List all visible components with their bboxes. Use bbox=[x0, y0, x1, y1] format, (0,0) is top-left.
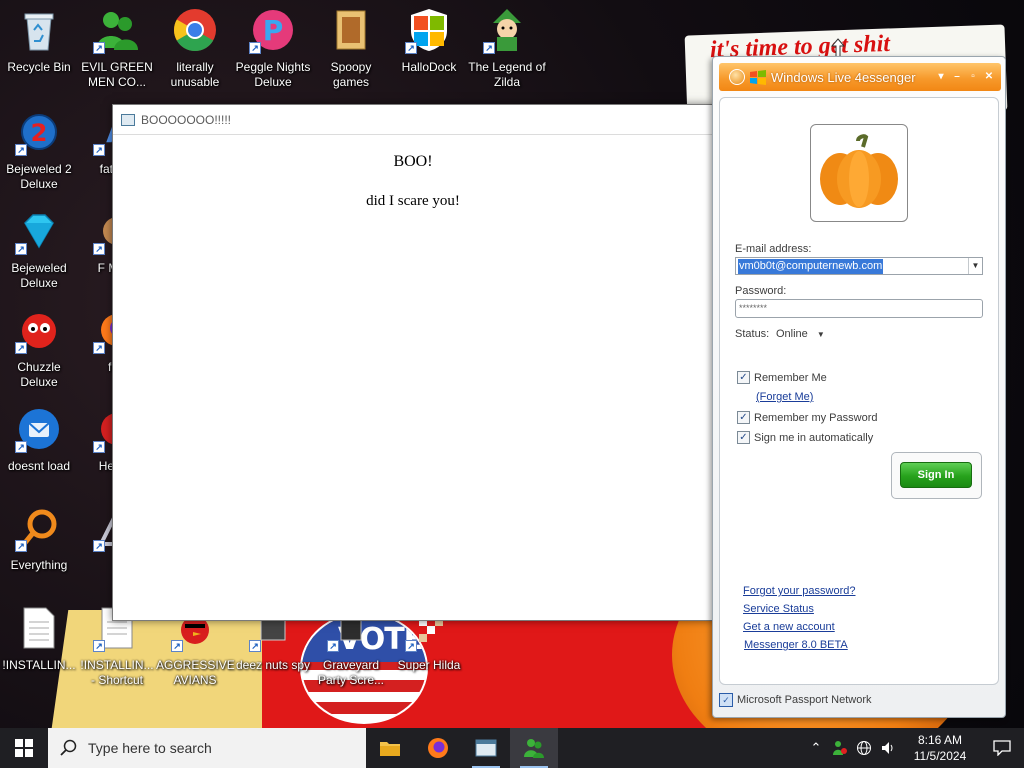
search-placeholder: Type here to search bbox=[88, 740, 212, 756]
windows-flag-icon bbox=[750, 70, 766, 85]
email-value: vm0b0t@computernewb.com bbox=[738, 259, 884, 274]
forget-me-link[interactable]: (Forget Me) bbox=[756, 391, 813, 403]
remember-me-label: Remember Me bbox=[754, 372, 827, 384]
volume-icon[interactable] bbox=[876, 728, 900, 768]
desktop-icon-recycle-bin[interactable]: Recycle Bin bbox=[0, 6, 78, 75]
taskbar-file-explorer[interactable] bbox=[366, 728, 414, 768]
messenger-window: Windows Live 4essenger ▾ – ▫ ✕ E-mail ad… bbox=[712, 56, 1006, 718]
passport-bar: ✓ Microsoft Passport Network bbox=[719, 693, 871, 707]
desktop-icon-chuzzle[interactable]: ↗ Chuzzle Deluxe bbox=[0, 306, 78, 390]
diamond-icon: ↗ bbox=[15, 207, 63, 255]
desktop-icon-chrome[interactable]: literally unusable bbox=[156, 6, 234, 90]
desktop-icon-everything[interactable]: ↗ Everything bbox=[0, 504, 78, 573]
forgot-password-link[interactable]: Forgot your password? bbox=[743, 585, 856, 597]
start-button[interactable] bbox=[0, 728, 48, 768]
svg-text:2: 2 bbox=[31, 119, 48, 147]
status-label: Status: bbox=[735, 328, 770, 340]
taskbar: Type here to search ⌃ 8:16 AM 11/5/2024 bbox=[0, 728, 1024, 768]
chevron-down-icon[interactable]: ▼ bbox=[968, 258, 982, 274]
boo-window-content: BOO! did I scare you! bbox=[113, 135, 713, 210]
new-account-link[interactable]: Get a new account bbox=[743, 621, 835, 633]
taskbar-messenger[interactable] bbox=[510, 728, 558, 768]
remember-password-checkbox[interactable]: ✓ bbox=[737, 411, 750, 424]
auto-signin-checkbox[interactable]: ✓ bbox=[737, 431, 750, 444]
windows-logo-icon bbox=[15, 739, 33, 757]
desktop-icon-hallodock[interactable]: ↗ HalloDock bbox=[390, 6, 468, 75]
taskbar-boo-window[interactable] bbox=[462, 728, 510, 768]
window-app-icon bbox=[475, 739, 497, 757]
passport-icon: ✓ bbox=[719, 693, 733, 707]
desktop-icon-evil-green-men[interactable]: ↗ EVIL GREEN MEN CO... bbox=[78, 6, 156, 90]
boo-window-title: BOOOOOOO!!!!! bbox=[141, 112, 232, 127]
auto-signin-label: Sign me in automatically bbox=[754, 432, 874, 444]
folder-icon bbox=[380, 742, 400, 756]
messenger-tray-icon[interactable] bbox=[828, 728, 852, 768]
chrome-icon bbox=[171, 6, 219, 54]
folder-icon bbox=[327, 6, 375, 54]
recycle-bin-icon bbox=[15, 6, 63, 54]
desktop-icon-thunderbird[interactable]: ↗ doesnt load bbox=[0, 405, 78, 474]
email-label: E-mail address: bbox=[735, 243, 812, 255]
svg-text:P: P bbox=[263, 14, 284, 47]
chevron-down-icon: ▼ bbox=[816, 330, 825, 339]
desktop-icon-peggle[interactable]: P ↗ Peggle Nights Deluxe bbox=[234, 6, 312, 90]
taskbar-clock[interactable]: 8:16 AM 11/5/2024 bbox=[900, 732, 980, 764]
password-label: Password: bbox=[735, 285, 787, 297]
messenger-signin-panel: E-mail address: vm0b0t@computernewb.com … bbox=[719, 97, 999, 685]
messenger-people-icon: ↗ bbox=[93, 6, 141, 54]
taskbar-search-box[interactable]: Type here to search bbox=[48, 728, 366, 768]
sign-in-button[interactable]: Sign In bbox=[900, 462, 972, 488]
notification-icon bbox=[993, 740, 1011, 756]
firefox-icon bbox=[428, 738, 448, 758]
remember-password-label: Remember my Password bbox=[754, 412, 878, 424]
boo-message: did I scare you! bbox=[366, 193, 460, 209]
taskbar-firefox[interactable] bbox=[414, 728, 462, 768]
everything-search-icon: ↗ bbox=[15, 504, 63, 552]
boo-window: BOOOOOOO!!!!! BOO! did I scare you! bbox=[112, 104, 714, 621]
boo-heading: BOO! bbox=[393, 153, 433, 170]
messenger-people-icon bbox=[524, 739, 544, 758]
boo-window-titlebar[interactable]: BOOOOOOO!!!!! bbox=[113, 105, 713, 135]
messenger-title: Windows Live 4essenger bbox=[771, 69, 916, 85]
peggle-icon: P ↗ bbox=[249, 6, 297, 54]
chevron-up-icon[interactable]: ⌃ bbox=[804, 728, 828, 768]
thunderbird-icon: ↗ bbox=[15, 405, 63, 453]
status-dropdown[interactable]: Online ▼ bbox=[776, 328, 825, 340]
desktop-icon-spoopy-games[interactable]: Spoopy games bbox=[312, 6, 390, 90]
sign-in-frame: Sign In bbox=[891, 452, 982, 499]
menu-arrow-icon[interactable]: ▾ bbox=[935, 71, 947, 83]
status-value: Online bbox=[776, 328, 808, 340]
service-status-link[interactable]: Service Status bbox=[743, 603, 814, 615]
desktop-icon-bejeweled-2[interactable]: 2 ↗ Bejeweled 2 Deluxe bbox=[0, 108, 78, 192]
system-tray: ⌃ 8:16 AM 11/5/2024 bbox=[804, 728, 1024, 768]
chuzzle-icon: ↗ bbox=[15, 306, 63, 354]
password-field[interactable]: ******** bbox=[735, 299, 983, 318]
desktop-icon-legend-of-zilda[interactable]: ↗ The Legend of Zilda bbox=[468, 6, 546, 90]
notification-center-button[interactable] bbox=[980, 728, 1024, 768]
display-picture[interactable] bbox=[810, 124, 908, 222]
email-field[interactable]: vm0b0t@computernewb.com ▼ bbox=[735, 257, 983, 275]
pumpkin-icon bbox=[820, 134, 898, 208]
desktop-icon-installing[interactable]: !INSTALLIN... bbox=[0, 604, 78, 673]
passport-label: Microsoft Passport Network bbox=[737, 694, 872, 706]
search-icon bbox=[60, 739, 77, 756]
remember-me-checkbox[interactable]: ✓ bbox=[737, 371, 750, 384]
clock-time: 8:16 AM bbox=[917, 733, 963, 747]
text-file-icon bbox=[15, 604, 63, 652]
windows-shield-icon: ↗ bbox=[405, 6, 453, 54]
window-app-icon bbox=[121, 113, 135, 126]
clock-date: 11/5/2024 bbox=[913, 749, 967, 763]
messenger-titlebar[interactable]: Windows Live 4essenger ▾ – ▫ ✕ bbox=[719, 63, 1001, 91]
close-icon[interactable]: ✕ bbox=[983, 71, 995, 83]
desktop-icon-bejeweled[interactable]: ↗ Bejeweled Deluxe bbox=[0, 207, 78, 291]
network-icon[interactable] bbox=[852, 728, 876, 768]
maximize-icon[interactable]: ▫ bbox=[967, 71, 979, 83]
zelda-character-icon: ↗ bbox=[483, 6, 531, 54]
messenger-beta-link[interactable]: Messenger 8.0 BETA bbox=[744, 639, 848, 651]
bejeweled-2-icon: 2 ↗ bbox=[15, 108, 63, 156]
messenger-orb-icon[interactable] bbox=[729, 69, 745, 85]
minimize-icon[interactable]: – bbox=[951, 71, 963, 83]
